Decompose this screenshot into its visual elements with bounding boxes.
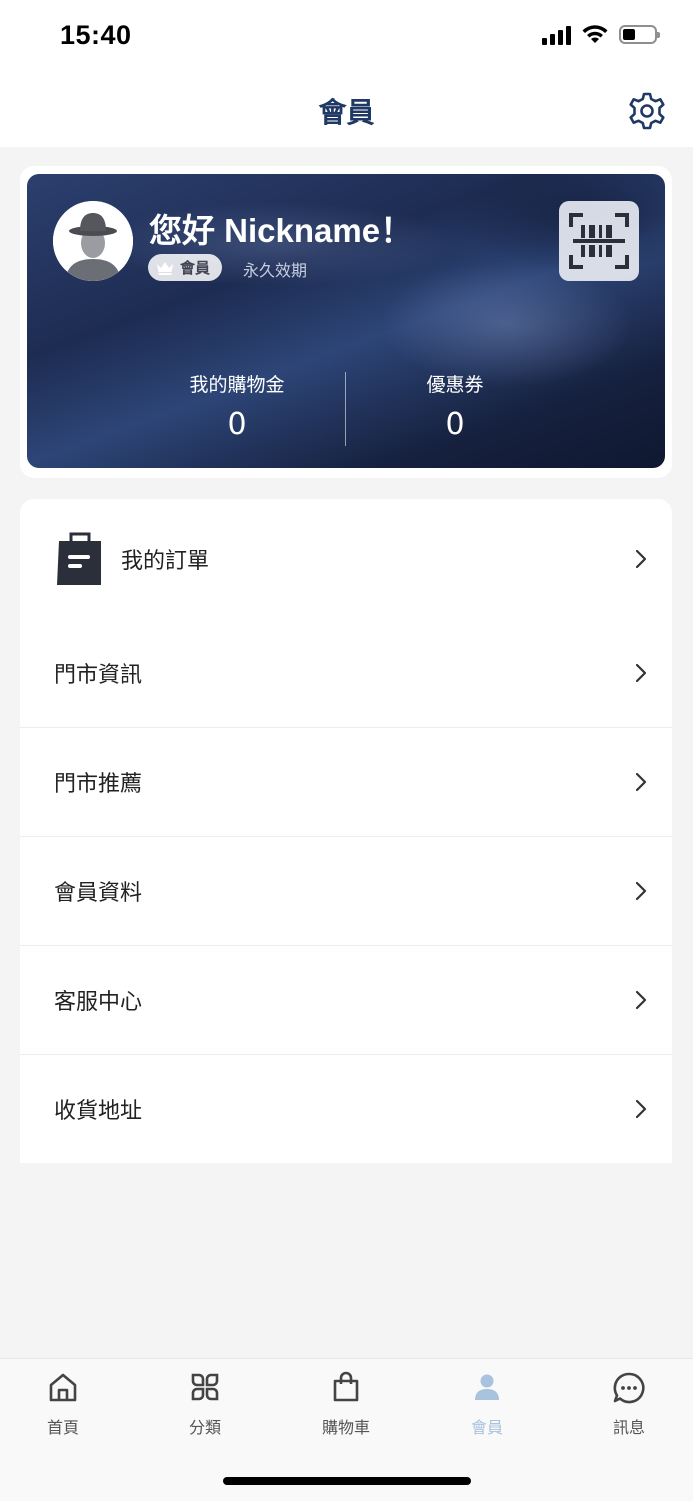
- my-orders-row[interactable]: 我的訂單: [20, 499, 672, 619]
- menu-item-label: 會員資料: [54, 881, 143, 906]
- home-icon: [49, 1373, 77, 1402]
- avatar[interactable]: [53, 201, 133, 281]
- member-level-label: 會員: [180, 259, 211, 277]
- menu-item-label: 門市資訊: [54, 663, 143, 688]
- member-level-badge: 會員: [148, 254, 223, 281]
- chevron-right-icon: [635, 881, 647, 901]
- tab-home[interactable]: 首頁: [0, 1359, 132, 1447]
- tab-cart[interactable]: 購物車: [277, 1359, 415, 1447]
- menu-item-shipping-address[interactable]: 收貨地址: [20, 1055, 672, 1163]
- chevron-right-icon: [635, 1099, 647, 1119]
- shopping-credit-stat[interactable]: 我的購物金 0: [137, 370, 337, 442]
- coupon-value: 0: [445, 407, 465, 442]
- nav-bar: 會員: [0, 75, 693, 147]
- category-icon: [191, 1373, 219, 1401]
- status-icons: [542, 24, 660, 45]
- coupon-stat[interactable]: 優惠券 0: [355, 370, 555, 442]
- gear-icon[interactable]: [627, 91, 667, 131]
- tab-member[interactable]: 會員: [418, 1359, 556, 1447]
- coupon-label: 優惠券: [426, 374, 484, 396]
- greeting-text: 您好 Nickname！: [149, 212, 414, 249]
- cellular-signal-icon: [542, 25, 571, 45]
- stat-divider: [345, 372, 346, 446]
- crown-icon: [157, 261, 173, 275]
- member-card-container: 您好 Nickname！ 會員 永久效期 我的購物金 0 優惠券 0: [20, 166, 672, 478]
- menu-item-store-recommendations[interactable]: 門市推薦: [20, 728, 672, 837]
- shopping-credit-label: 我的購物金: [189, 374, 285, 396]
- shopping-credit-value: 0: [227, 407, 247, 442]
- battery-icon: [619, 25, 660, 44]
- member-icon: [475, 1374, 499, 1400]
- menu-item-label: 收貨地址: [54, 1099, 143, 1124]
- tab-label: 訊息: [612, 1418, 645, 1437]
- menu-list: 門市資訊 門市推薦 會員資料 客服中心 收貨地址: [20, 619, 672, 1163]
- status-time: 15:40: [60, 20, 132, 50]
- tab-label: 會員: [470, 1418, 503, 1437]
- default-avatar-icon: [53, 201, 133, 281]
- member-barcode-button[interactable]: [559, 201, 639, 281]
- chevron-right-icon: [635, 990, 647, 1010]
- tab-label: 購物車: [321, 1418, 370, 1437]
- wifi-icon: [582, 25, 608, 43]
- tab-label: 分類: [188, 1418, 221, 1437]
- tab-messages[interactable]: 訊息: [560, 1359, 693, 1447]
- menu-item-label: 客服中心: [54, 990, 143, 1015]
- menu-item-label: 門市推薦: [54, 772, 143, 797]
- page-title: 會員: [318, 96, 375, 129]
- chevron-right-icon: [635, 772, 647, 792]
- shopping-bag-icon: [57, 532, 101, 585]
- status-bar: 15:40: [0, 0, 693, 75]
- menu-item-store-info[interactable]: 門市資訊: [20, 619, 672, 728]
- tab-categories[interactable]: 分類: [136, 1359, 274, 1447]
- menu-item-customer-service[interactable]: 客服中心: [20, 946, 672, 1055]
- tab-label: 首頁: [46, 1418, 79, 1437]
- my-orders-label: 我的訂單: [121, 549, 210, 574]
- cart-bag-icon: [333, 1371, 359, 1402]
- message-icon: [613, 1372, 645, 1404]
- membership-validity: 永久效期: [243, 261, 308, 280]
- chevron-right-icon: [635, 663, 647, 683]
- barcode-scan-icon: [569, 213, 629, 269]
- battery-level: [623, 29, 635, 40]
- member-card: 您好 Nickname！ 會員 永久效期 我的購物金 0 優惠券 0: [27, 174, 665, 468]
- home-indicator: [223, 1477, 471, 1485]
- menu-item-member-profile[interactable]: 會員資料: [20, 837, 672, 946]
- chevron-right-icon: [635, 549, 647, 569]
